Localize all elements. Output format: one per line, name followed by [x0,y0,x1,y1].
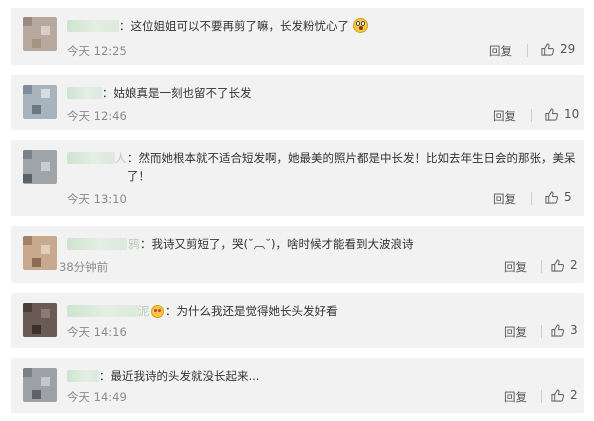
timestamp: 今天 12:25 [67,44,127,58]
like-button[interactable]: 2 [551,258,578,272]
like-button[interactable]: 10 [545,107,579,121]
comment-card: ：姑娘真是一刻也留不了长发 今天 12:46 回复 10 [11,75,584,130]
like-count: 29 [560,42,576,56]
like-button[interactable]: 29 [541,42,575,56]
thumbs-up-icon [545,190,558,204]
divider [531,109,532,122]
user-name[interactable] [67,370,99,382]
like-count: 10 [564,107,580,121]
avatar[interactable] [23,303,57,337]
user-name[interactable] [67,87,102,99]
timestamp: 今天 13:10 [67,192,127,206]
reply-button[interactable]: 回复 [493,191,516,207]
avatar[interactable] [23,368,57,402]
reply-button[interactable]: 回复 [489,43,512,59]
timestamp: 今天 14:49 [67,390,127,404]
thumbs-up-icon [551,323,564,337]
user-name[interactable] [67,20,119,32]
comment-text: ：这位姐姐可以不要再剪了嘛，长发粉忧心了 [119,17,576,35]
thumbs-up-icon [541,42,554,56]
like-count: 2 [570,258,578,272]
like-button[interactable]: 5 [545,190,572,204]
comment-text: ：然而她根本就不适合短发啊，她最美的照片都是中长发！比如去年生日会的那张，美呆了… [127,151,576,183]
divider [541,260,542,273]
avatar[interactable] [23,236,57,270]
astonished-face-icon [352,18,368,33]
reply-button[interactable]: 回复 [504,389,527,405]
comment-text: ：我诗又剪短了，哭(˘︹˘)，啥时候才能看到大波浪诗 [140,237,414,251]
thumbs-up-icon [551,388,564,402]
comment-card: ：这位姐姐可以不要再剪了嘛，长发粉忧心了 今天 12:25 回复 29 [11,8,584,65]
timestamp: 今天 12:46 [67,109,127,123]
comment-card: 泥 ：为什么我还是觉得她长头发好看 今天 14:16 回复 3 [11,293,584,348]
reply-button[interactable]: 回复 [493,108,516,124]
comment-card: 人 ：然而她根本就不适合短发啊，她最美的照片都是中长发！比如去年生日会的那张，美… [11,140,584,216]
user-name[interactable] [67,305,139,317]
thumbs-up-icon [551,258,564,272]
like-count: 5 [564,190,572,204]
avatar[interactable] [23,17,57,51]
reply-button[interactable]: 回复 [504,259,527,275]
comment-text: ：最近我诗的头发就没长起来... [99,369,260,383]
avatar[interactable] [23,85,57,119]
like-button[interactable]: 3 [551,323,578,337]
thumbs-up-icon [545,107,558,121]
timestamp: 38分钟前 [59,260,109,274]
reply-button[interactable]: 回复 [504,324,527,340]
comment-text: ：为什么我还是觉得她长头发好看 [165,304,338,318]
divider [541,325,542,338]
comment-card: 鸦 ：我诗又剪短了，哭(˘︹˘)，啥时候才能看到大波浪诗 38分钟前 回复 2 [11,226,584,283]
divider [531,192,532,205]
user-name[interactable] [67,238,127,250]
divider [541,390,542,403]
like-button[interactable]: 2 [551,388,578,402]
divider [527,44,528,57]
timestamp: 今天 14:16 [67,325,127,339]
like-count: 3 [570,323,578,337]
heart-eyes-face-icon [151,305,164,318]
comment-card: ：最近我诗的头发就没长起来... 今天 14:49 回复 2 [11,358,584,413]
comment-text: ：姑娘真是一刻也留不了长发 [102,86,252,100]
user-name-suffix[interactable]: 泥 [138,302,150,320]
user-name-suffix[interactable]: 鸦 [128,235,140,253]
like-count: 2 [570,388,578,402]
